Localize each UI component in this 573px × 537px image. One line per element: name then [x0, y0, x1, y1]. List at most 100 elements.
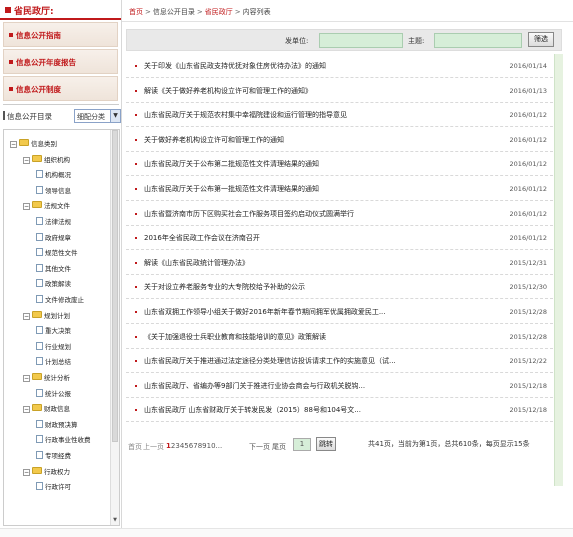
tree-scrollbar[interactable]: ▼ [110, 130, 119, 525]
breadcrumb-department[interactable]: 省民政厅 [205, 8, 233, 16]
list-item[interactable]: 关于做好养老机构设立许可和管理工作的通知 2016/01/12 [126, 128, 553, 152]
list-item-title[interactable]: 关于做好养老机构设立许可和管理工作的通知 [144, 135, 474, 145]
list-item-title[interactable]: 《关于加强退役士兵职业教育和技能培训的意见》政策解读 [144, 332, 474, 342]
tree-leaf-node[interactable]: 文件修改废止 [36, 294, 84, 308]
list-item-date: 2015/12/28 [509, 308, 547, 316]
tree-leaf-node[interactable]: 领导信息 [36, 185, 71, 199]
list-item-title[interactable]: 2016年全省民政工作会议在济南召开 [144, 233, 474, 243]
issuer-input[interactable] [319, 33, 403, 48]
sidebar-item-guide[interactable]: 信息公开指南 [3, 22, 118, 47]
collapse-toggle-icon[interactable]: − [23, 468, 30, 476]
list-item[interactable]: 关于对设立养老服务专业的大专院校给予补助的公示 2015/12/30 [126, 275, 553, 300]
list-item-title[interactable]: 山东省暨济南市历下区购买社会工作服务项目签约启动仪式圆满举行 [144, 209, 474, 219]
list-item[interactable]: 关于印发《山东省民政支持优抚对象住房优待办法》的通知 2016/01/14 [126, 54, 553, 78]
tree-node-label: 专项经费 [45, 452, 71, 460]
list-item-title[interactable]: 山东省民政厅、省编办等9部门关于推进行业协会商会与行政机关脱钩... [144, 381, 474, 391]
tree-folder-node[interactable]: − 法规文件 [23, 200, 70, 214]
category-select[interactable]: 细配分类 ▼ [74, 109, 121, 123]
page-jump-input[interactable]: 1 [293, 438, 311, 451]
list-item[interactable]: 山东省民政厅 山东省财政厅关于转发民发（2015）88号和104号文... 201… [126, 398, 553, 423]
scrollbar-thumb[interactable] [112, 130, 118, 442]
list-item-title[interactable]: 关于对设立养老服务专业的大专院校给予补助的公示 [144, 282, 474, 292]
list-item[interactable]: 山东省民政厅、省编办等9部门关于推进行业协会商会与行政机关脱钩... 2015/1… [126, 374, 553, 398]
list-item[interactable]: 解读《关于做好养老机构设立许可和管理工作的通知》 2016/01/13 [126, 79, 553, 103]
chevron-down-icon[interactable]: ▼ [110, 110, 120, 122]
tree-node-label: 重大决策 [45, 327, 71, 336]
next-page-link[interactable]: 下一页 [249, 442, 270, 452]
collapse-toggle-icon[interactable]: − [23, 156, 30, 164]
document-icon [36, 388, 43, 397]
list-item[interactable]: 2016年全省民政工作会议在济南召开 2016/01/12 [126, 226, 553, 251]
list-item-title[interactable]: 山东省民政厅 山东省财政厅关于转发民发（2015）88号和104号文... [144, 405, 474, 415]
list-item[interactable]: 山东省民政厅关于公布第二批规范性文件清理结果的通知 2016/01/12 [126, 152, 553, 177]
tree-leaf-node[interactable]: 机构概况 [36, 169, 71, 183]
tree-folder-node[interactable]: − 行政权力 [23, 466, 70, 480]
tree-leaf-node[interactable]: 财政预决算 [36, 419, 78, 433]
tree-folder-node[interactable]: − 统计分析 [23, 372, 70, 386]
breadcrumb-directory[interactable]: 信息公开目录 [153, 8, 195, 16]
tree-leaf-node[interactable]: 其他文件 [36, 263, 71, 277]
sidebar-item-rules[interactable]: 信息公开制度 [3, 76, 118, 101]
list-item[interactable]: 山东省双拥工作领导小组关于做好2016年新年春节期间拥军优属拥政爱民工... 20… [126, 300, 553, 324]
scroll-down-icon[interactable]: ▼ [111, 517, 119, 525]
page-number-link[interactable]: 10 [207, 442, 216, 450]
tree-leaf-node[interactable]: 统计公报 [36, 388, 71, 402]
breadcrumb: 首页 > 信息公开目录 > 省民政厅 > 内容列表 [122, 0, 573, 22]
tree-folder-node[interactable]: − 信息类别 [10, 138, 57, 152]
tree-leaf-node[interactable]: 政府规章 [36, 232, 71, 246]
list-item[interactable]: 山东省民政厅关于推进通过法定途径分类处理信访投诉请求工作的实施意见（试... 20… [126, 349, 553, 374]
tree-leaf-node[interactable]: 规范性文件 [36, 247, 78, 261]
left-sidebar: 省民政厅: 信息公开指南 信息公开年度报告 信息公开制度 信息公开目录 细配分类… [0, 0, 122, 537]
filter-button[interactable]: 筛选 [528, 32, 554, 47]
tree-leaf-node[interactable]: 重大决策 [36, 325, 71, 339]
tree-leaf-node[interactable]: 专项经费 [36, 450, 71, 464]
tree-node-label: 法律法规 [45, 218, 71, 226]
first-page-link[interactable]: 首页 [128, 442, 142, 452]
list-item-title[interactable]: 山东省民政厅关于公布第二批规范性文件清理结果的通知 [144, 159, 474, 169]
tree-folder-node[interactable]: − 财政信息 [23, 403, 70, 417]
list-item-title[interactable]: 解读《山东省民政统计管理办法》 [144, 258, 474, 268]
tree-folder-node[interactable]: − 规划计划 [23, 310, 70, 324]
list-item-title[interactable]: 山东省双拥工作领导小组关于做好2016年新年春节期间拥军优属拥政爱民工... [144, 307, 474, 317]
list-item-date: 2016/01/12 [509, 135, 547, 144]
prev-page-link[interactable]: 上一页 [143, 442, 164, 452]
tree-leaf-node[interactable]: 法律法规 [36, 216, 71, 230]
tree-leaf-node[interactable]: 行政事业性收费 [36, 434, 91, 448]
list-item-title[interactable]: 关于印发《山东省民政支持优抚对象住房优待办法》的通知 [144, 61, 474, 71]
collapse-toggle-icon[interactable]: − [10, 141, 17, 148]
tree-folder-node[interactable]: − 组织机构 [23, 154, 70, 168]
tree-leaf-node[interactable]: 政策解读 [36, 278, 71, 292]
tree-node-label: 计划总结 [45, 358, 71, 367]
sidebar-item-annual-report[interactable]: 信息公开年度报告 [3, 49, 118, 74]
collapse-toggle-icon[interactable]: − [23, 406, 30, 414]
list-item[interactable]: 《关于加强退役士兵职业教育和技能培训的意见》政策解读 2015/12/28 [126, 325, 553, 349]
breadcrumb-home[interactable]: 首页 [129, 8, 143, 16]
tree-leaf-node[interactable]: 计划总结 [36, 356, 71, 370]
list-scrollbar[interactable] [554, 54, 563, 486]
bullet-icon [135, 89, 137, 92]
list-item[interactable]: 山东省民政厅关于公布第一批规范性文件清理结果的通知 2016/01/12 [126, 177, 553, 201]
list-item-title[interactable]: 解读《关于做好养老机构设立许可和管理工作的通知》 [144, 86, 474, 96]
list-item[interactable]: 山东省民政厅关于规范农村集中幸福院建设和运行管理的指导意见 2016/01/12 [126, 103, 553, 128]
bullet-icon [135, 335, 137, 338]
list-item-title[interactable]: 山东省民政厅关于规范农村集中幸福院建设和运行管理的指导意见 [144, 110, 474, 120]
tree-leaf-node[interactable]: 行政许可 [36, 481, 71, 495]
list-item-title[interactable]: 山东省民政厅关于公布第一批规范性文件清理结果的通知 [144, 184, 474, 194]
bullet-icon [135, 360, 137, 363]
breadcrumb-separator: > [234, 8, 241, 16]
tree-node-label: 行业规划 [45, 342, 71, 351]
list-item[interactable]: 解读《山东省民政统计管理办法》 2015/12/31 [126, 251, 553, 275]
document-icon [36, 419, 43, 428]
collapse-toggle-icon[interactable]: − [23, 375, 30, 382]
keyword-input[interactable] [434, 33, 522, 48]
last-page-link[interactable]: 尾页 [272, 442, 286, 452]
folder-icon [19, 139, 29, 146]
tree-leaf-node[interactable]: 行业规划 [36, 341, 71, 355]
collapse-toggle-icon[interactable]: − [23, 203, 30, 211]
list-item-date: 2016/01/12 [509, 234, 547, 243]
collapse-toggle-icon[interactable]: − [23, 312, 30, 320]
page-jump-button[interactable]: 跳转 [316, 437, 336, 451]
list-item-title[interactable]: 山东省民政厅关于推进通过法定途径分类处理信访投诉请求工作的实施意见（试... [144, 356, 474, 366]
list-item[interactable]: 山东省暨济南市历下区购买社会工作服务项目签约启动仪式圆满举行 2016/01/12 [126, 202, 553, 226]
page-number-link[interactable]: ... [216, 442, 223, 450]
